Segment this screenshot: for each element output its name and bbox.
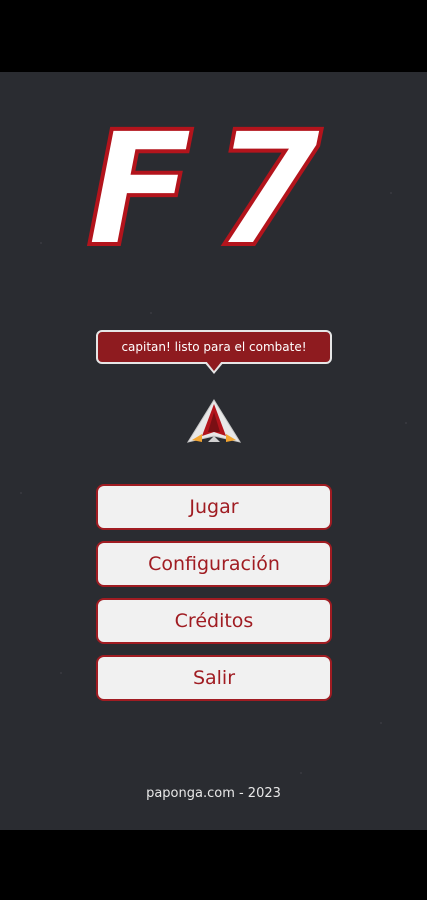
settings-button[interactable]: Configuración [96,541,332,587]
background-star [150,312,152,314]
background-star [60,672,62,674]
logo-graphic: F7 [84,112,340,262]
speech-bubble: capitan! listo para el combate! [96,330,332,364]
navigation-bar-area [0,830,427,900]
exit-button[interactable]: Salir [96,655,332,701]
background-star [20,492,22,494]
main-menu-screen: F7 capitan! listo para el combate! Jugar… [0,72,427,830]
play-button[interactable]: Jugar [96,484,332,530]
logo-text: F7 [86,112,340,262]
speech-bubble-tail-fill [206,361,222,371]
background-star [380,722,382,724]
background-star [300,772,302,774]
footer-text: paponga.com - 2023 [146,786,281,801]
credits-button[interactable]: Créditos [96,598,332,644]
game-logo: F7 [0,112,427,262]
status-bar-area [0,0,427,72]
main-menu: Jugar Configuración Créditos Salir [96,484,332,712]
speech-bubble-text: capitan! listo para el combate! [121,340,307,354]
spaceship-icon [186,398,242,448]
background-star [405,422,407,424]
